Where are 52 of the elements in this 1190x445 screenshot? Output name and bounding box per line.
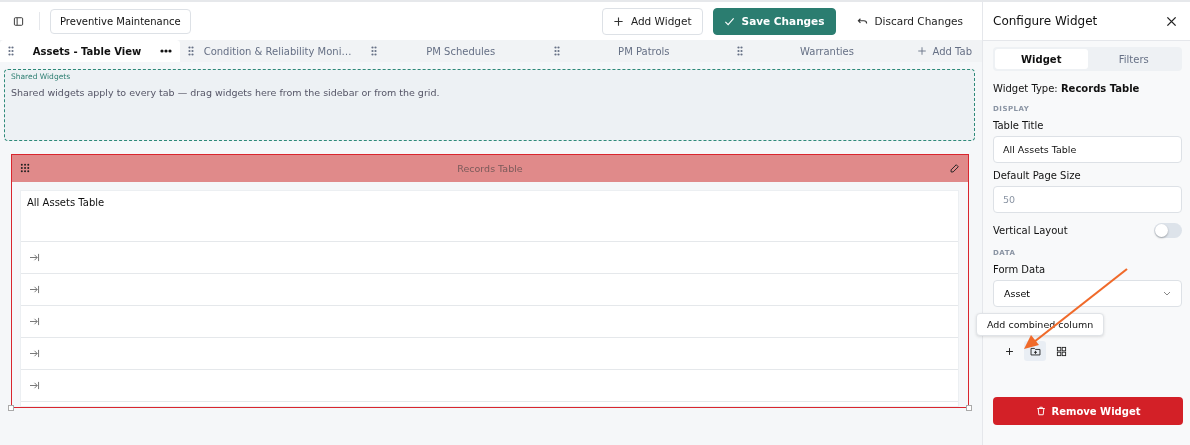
input-field[interactable]: All Assets Table bbox=[993, 136, 1182, 163]
resize-handle[interactable] bbox=[8, 405, 14, 411]
grid-icon bbox=[1055, 345, 1067, 357]
dropdown[interactable]: Asset bbox=[993, 280, 1182, 307]
arrow-to-line-icon bbox=[29, 317, 40, 326]
table-title: All Assets Table bbox=[21, 191, 958, 242]
input-field[interactable]: 50 bbox=[993, 186, 1182, 213]
drag-handle-icon bbox=[188, 46, 194, 56]
field-label: Form Data bbox=[993, 264, 1047, 275]
drag-handle-icon bbox=[8, 46, 14, 56]
arrow-to-line-icon bbox=[29, 349, 40, 358]
widget-type-label: Widget Type: Records Table bbox=[993, 83, 1141, 94]
panel-title: Configure Widget bbox=[993, 14, 1098, 28]
field-label: Table Title bbox=[993, 120, 1045, 131]
tab[interactable]: PM Schedules bbox=[363, 40, 547, 62]
chevron-down-icon bbox=[1163, 291, 1171, 296]
tab[interactable]: Condition & Reliability Moni… bbox=[180, 40, 364, 62]
drag-handle-icon bbox=[371, 46, 378, 56]
add-tab-button[interactable]: Add Tab bbox=[912, 40, 977, 62]
tooltip: Add combined column bbox=[976, 313, 1105, 336]
add-button[interactable]: Add Widget bbox=[601, 7, 703, 35]
more-icon bbox=[160, 49, 172, 53]
trash-icon bbox=[1035, 406, 1046, 416]
plus-icon bbox=[612, 15, 624, 27]
arrow-to-line-icon bbox=[29, 381, 40, 390]
field-label: Vertical Layout bbox=[993, 225, 1068, 236]
pencil-icon bbox=[949, 163, 960, 174]
remove-widget-button[interactable]: Remove Widget bbox=[993, 397, 1183, 425]
drag-handle-icon bbox=[20, 163, 31, 174]
arrow-to-line-icon bbox=[29, 253, 40, 262]
widget-title: Records Table bbox=[457, 163, 523, 174]
folder-plus-icon bbox=[1029, 345, 1041, 357]
sidebar-icon bbox=[13, 15, 24, 27]
close-icon bbox=[1166, 15, 1177, 27]
drag-handle-icon bbox=[554, 46, 561, 56]
tab[interactable]: Warranties bbox=[729, 40, 913, 62]
check-icon bbox=[723, 15, 735, 27]
resize-handle[interactable] bbox=[966, 405, 972, 411]
dropzone-hint: Shared widgets apply to every tab — drag widgets here from the sidebar or from the grid. bbox=[11, 87, 441, 98]
plus-icon bbox=[1003, 345, 1015, 357]
save-button[interactable]: Save Changes bbox=[712, 7, 836, 35]
title-field[interactable]: Preventive Maintenance bbox=[50, 8, 191, 34]
tab[interactable]: PM Patrols bbox=[546, 40, 730, 62]
field-label: Default Page Size bbox=[993, 170, 1082, 181]
panel-tab[interactable]: Filters bbox=[1087, 49, 1180, 69]
drag-handle-icon bbox=[737, 46, 744, 56]
toggle-switch[interactable] bbox=[1154, 223, 1182, 238]
panel-tab[interactable]: Widget bbox=[995, 49, 1088, 69]
discard-button[interactable]: Discard Changes bbox=[845, 7, 974, 35]
tab[interactable]: Assets - Table View bbox=[0, 40, 180, 62]
arrow-to-line-icon bbox=[29, 285, 40, 294]
plus-icon bbox=[916, 46, 927, 56]
